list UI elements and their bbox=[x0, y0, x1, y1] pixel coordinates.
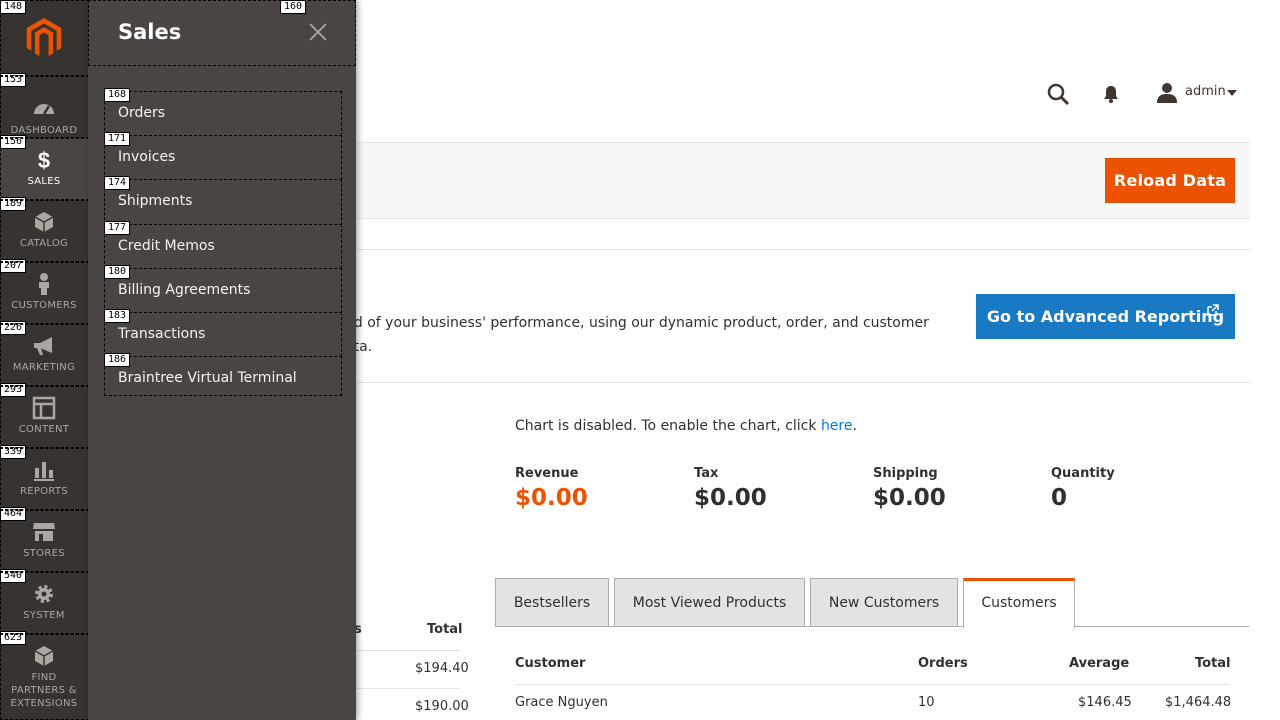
nav-label-stores: STORES bbox=[23, 548, 65, 559]
stat-title: Revenue bbox=[515, 466, 579, 481]
advanced-reporting-label: Go to Advanced Reporting bbox=[986, 307, 1225, 326]
table-cell-total: $190.00 bbox=[415, 699, 469, 714]
customer-total: $1,464.48 bbox=[1165, 695, 1232, 710]
nav-label-marketing: MARKETING bbox=[12, 362, 76, 373]
marker-badge: 183 bbox=[104, 309, 131, 323]
stat-value: $0.00 bbox=[515, 485, 588, 511]
bar-chart-icon bbox=[34, 462, 54, 481]
boxes-icon bbox=[34, 646, 54, 666]
column-header-average: Average bbox=[1069, 656, 1130, 671]
enable-chart-link[interactable]: here bbox=[821, 418, 853, 434]
advanced-reporting-button[interactable]: Go to Advanced Reporting bbox=[976, 294, 1235, 339]
submenu-credit-memos[interactable]: Credit Memos bbox=[118, 238, 215, 254]
marker-badge: 180 bbox=[104, 265, 131, 279]
marker-badge: 153 bbox=[0, 73, 27, 87]
stat-value: 0 bbox=[1051, 485, 1068, 511]
advanced-reporting-intro: nd of your business' performance, using … bbox=[345, 311, 945, 359]
marker-badge: 148 bbox=[0, 0, 27, 14]
chart-msg-period: . bbox=[852, 418, 857, 434]
marker-badge: 623 bbox=[0, 631, 27, 645]
marker-badge: 168 bbox=[104, 88, 131, 102]
dashboard-icon bbox=[34, 104, 54, 115]
stat-value: $0.00 bbox=[873, 485, 946, 511]
column-header-total: Total bbox=[1195, 656, 1231, 671]
marker-badge: 207 bbox=[0, 259, 27, 273]
submenu-billing-agreements[interactable]: Billing Agreements bbox=[118, 282, 250, 298]
nav-item-partners[interactable]: FIND PARTNERS & EXTENSIONS bbox=[0, 634, 88, 720]
svg-text:$: $ bbox=[38, 148, 50, 172]
tab-customers[interactable]: Customers bbox=[963, 578, 1075, 628]
stat-revenue: Revenue $0.00 bbox=[515, 466, 588, 511]
tab-most-viewed-products[interactable]: Most Viewed Products bbox=[614, 578, 805, 627]
flyout-title: Sales bbox=[118, 20, 182, 44]
chart-disabled-message: Chart is disabled. To enable the chart, … bbox=[515, 418, 857, 434]
nav-label-content: CONTENT bbox=[18, 424, 70, 435]
submenu-orders[interactable]: Orders bbox=[118, 105, 165, 121]
dollar-icon: $ bbox=[38, 148, 50, 172]
external-link-icon bbox=[1207, 304, 1219, 316]
nav-label-customers: CUSTOMERS bbox=[11, 300, 77, 311]
submenu-invoices[interactable]: Invoices bbox=[118, 149, 175, 165]
notifications-bell-icon[interactable] bbox=[1101, 84, 1121, 104]
column-header-orders: Orders bbox=[918, 656, 968, 671]
stat-title: Shipping bbox=[873, 466, 938, 481]
marker-badge: 156 bbox=[0, 135, 27, 149]
nav-label-reports: REPORTS bbox=[20, 486, 68, 497]
chevron-down-icon[interactable] bbox=[1227, 89, 1237, 97]
layout-icon bbox=[32, 396, 56, 420]
magento-logo[interactable] bbox=[25, 18, 63, 58]
marker-badge: 339 bbox=[0, 445, 27, 459]
submenu-shipments[interactable]: Shipments bbox=[118, 193, 192, 209]
stat-value: $0.00 bbox=[694, 485, 767, 511]
tab-new-customers[interactable]: New Customers bbox=[810, 578, 958, 627]
stat-title: Tax bbox=[694, 466, 719, 481]
customer-average: $146.45 bbox=[1078, 695, 1132, 710]
marker-badge: 464 bbox=[0, 507, 27, 521]
marker-badge: 186 bbox=[104, 353, 131, 367]
stat-title: Quantity bbox=[1051, 466, 1115, 481]
marker-badge: 189 bbox=[0, 197, 27, 211]
gear-icon bbox=[35, 585, 53, 603]
close-icon[interactable] bbox=[306, 20, 330, 44]
submenu-transactions[interactable]: Transactions bbox=[118, 326, 205, 342]
marker-badge: 226 bbox=[0, 321, 27, 335]
marker-badge: 293 bbox=[0, 383, 27, 397]
table-cell-total: $194.40 bbox=[415, 661, 469, 676]
customer-name: Grace Nguyen bbox=[515, 695, 608, 710]
marker-badge: 160 bbox=[280, 0, 307, 14]
tab-bestsellers[interactable]: Bestsellers bbox=[495, 578, 609, 627]
user-icon[interactable] bbox=[1156, 82, 1178, 104]
store-icon bbox=[33, 523, 55, 541]
customer-orders: 10 bbox=[918, 695, 935, 710]
nav-label-catalog: CATALOG bbox=[19, 238, 69, 249]
submenu-braintree-virtual-terminal[interactable]: Braintree Virtual Terminal bbox=[118, 370, 297, 386]
intro-line-1: nd of your business' performance, using … bbox=[345, 315, 929, 331]
reload-data-button[interactable]: Reload Data bbox=[1105, 158, 1235, 203]
nav-label-partners: FIND PARTNERS & EXTENSIONS bbox=[10, 672, 78, 709]
table-header-total: Total bbox=[427, 622, 463, 637]
nav-label-system: SYSTEM bbox=[23, 610, 65, 621]
stat-quantity: Quantity 0 bbox=[1051, 466, 1115, 511]
stat-tax: Tax $0.00 bbox=[694, 466, 767, 511]
admin-username[interactable]: admin bbox=[1185, 84, 1226, 99]
search-icon[interactable] bbox=[1046, 82, 1070, 106]
marker-badge: 540 bbox=[0, 569, 27, 583]
chart-msg-text: Chart is disabled. To enable the chart, … bbox=[515, 418, 821, 434]
cube-icon bbox=[34, 212, 54, 232]
stat-shipping: Shipping $0.00 bbox=[873, 466, 946, 511]
megaphone-icon bbox=[34, 337, 52, 355]
nav-label-sales: SALES bbox=[27, 176, 61, 187]
column-header-customer: Customer bbox=[515, 656, 586, 671]
intro-line-2: ata. bbox=[345, 339, 373, 355]
marker-badge: 177 bbox=[104, 221, 131, 235]
marker-badge: 171 bbox=[104, 132, 131, 146]
person-icon bbox=[39, 273, 49, 295]
marker-badge: 174 bbox=[104, 176, 131, 190]
